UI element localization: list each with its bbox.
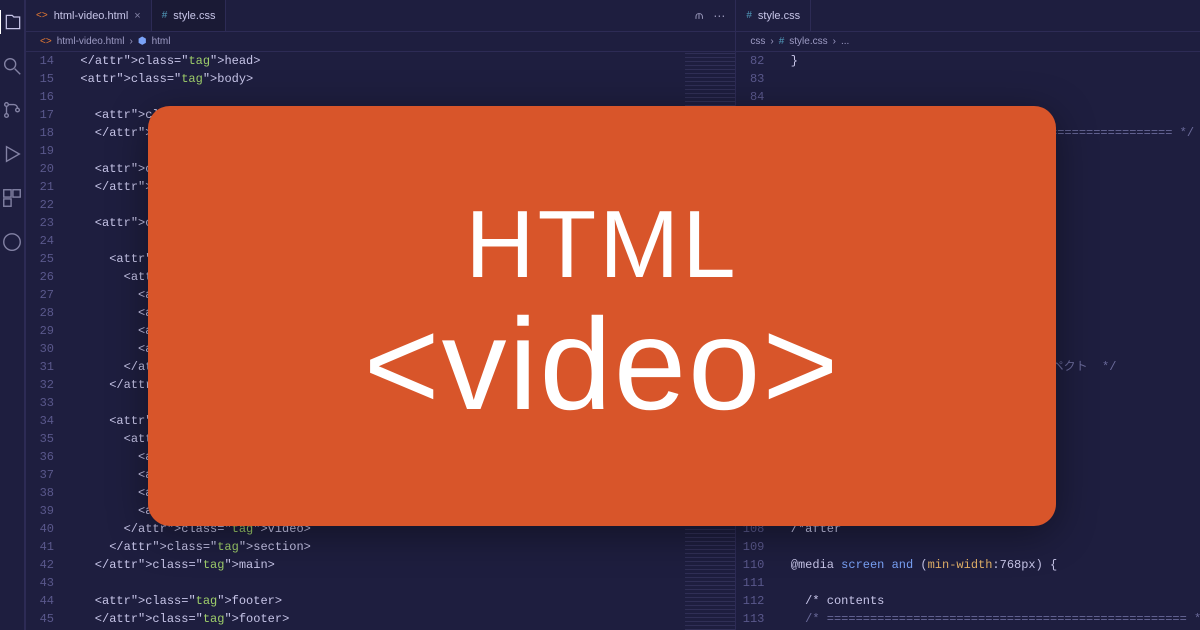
breadcrumb-item[interactable]: html: [152, 36, 171, 47]
overlay-card: HTML <video>: [148, 106, 1056, 526]
html-file-icon: <>: [36, 10, 48, 21]
search-icon[interactable]: [0, 54, 24, 78]
tab-label: html-video.html: [54, 10, 129, 22]
overlay-subtitle: <video>: [364, 293, 841, 436]
tab-bar-left: <> html-video.html × # style.css ⫙ ⋯: [26, 0, 735, 32]
symbol-icon: ⬢: [138, 36, 147, 47]
tab-style-css-left[interactable]: # style.css: [152, 0, 227, 31]
activity-bar: [0, 0, 25, 630]
tab-bar-right: # style.css ⋯: [736, 0, 1200, 32]
line-numbers: 14 15 16 17 18 19 20 21 22 23 24 25 26 2…: [26, 52, 66, 630]
split-editor-icon[interactable]: ⫙: [695, 8, 703, 23]
breadcrumb-item[interactable]: html-video.html: [57, 36, 125, 47]
tab-label: style.css: [173, 10, 215, 22]
overlay-title: HTML: [465, 197, 738, 293]
source-control-icon[interactable]: [0, 98, 24, 122]
breadcrumb-left[interactable]: <> html-video.html › ⬢ html: [26, 32, 735, 52]
extensions-icon[interactable]: [0, 186, 24, 210]
tab-html-video[interactable]: <> html-video.html ×: [26, 0, 152, 31]
chevron-right-icon: ›: [833, 36, 836, 47]
files-icon[interactable]: [0, 10, 23, 34]
css-file-icon: #: [162, 10, 168, 21]
run-debug-icon[interactable]: [0, 142, 24, 166]
tab-style-css-right[interactable]: # style.css: [736, 0, 811, 31]
html-file-icon: <>: [40, 36, 52, 47]
chevron-right-icon: ›: [130, 36, 133, 47]
edge-icon[interactable]: [0, 230, 24, 254]
breadcrumb-item[interactable]: css: [750, 36, 765, 47]
close-icon[interactable]: ×: [134, 10, 140, 22]
tab-label: style.css: [758, 10, 800, 22]
more-icon[interactable]: ⋯: [713, 9, 725, 23]
css-file-icon: #: [779, 36, 785, 47]
breadcrumb-item[interactable]: ...: [841, 36, 849, 47]
chevron-right-icon: ›: [770, 36, 773, 47]
breadcrumb-right[interactable]: css › # style.css › ...: [736, 32, 1200, 52]
breadcrumb-item[interactable]: style.css: [789, 36, 827, 47]
css-file-icon: #: [746, 10, 752, 21]
